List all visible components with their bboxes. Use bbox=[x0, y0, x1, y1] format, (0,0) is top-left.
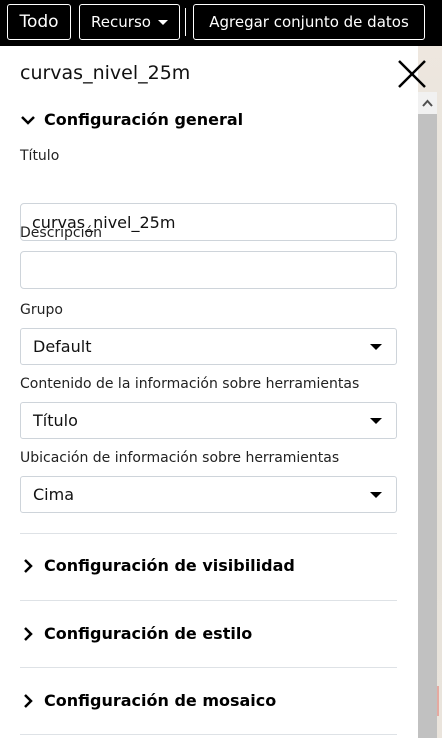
section-divider bbox=[20, 667, 397, 668]
top-toolbar: Todo Recurso Agregar conjunto de datos bbox=[0, 0, 442, 46]
section-general-header[interactable]: Configuración general bbox=[20, 110, 243, 129]
panel-title: curvas_nivel_25m bbox=[20, 62, 191, 84]
section-general-label: Configuración general bbox=[44, 110, 244, 129]
add-dataset-button[interactable]: Agregar conjunto de datos bbox=[193, 4, 425, 40]
description-input[interactable] bbox=[20, 251, 397, 289]
tooltip-content-label: Contenido de la información sobre herram… bbox=[20, 376, 360, 392]
tooltip-content-value: Título bbox=[33, 411, 78, 430]
group-select-value: Default bbox=[33, 337, 92, 356]
todo-button-label: Todo bbox=[19, 12, 59, 32]
todo-button[interactable]: Todo bbox=[7, 4, 71, 40]
section-mosaic-header[interactable]: Configuración de mosaico bbox=[20, 691, 276, 710]
section-divider bbox=[20, 600, 397, 601]
panel-scrollbar[interactable] bbox=[418, 92, 437, 738]
chevron-right-icon bbox=[24, 693, 33, 708]
recurso-dropdown-button[interactable]: Recurso bbox=[79, 4, 180, 40]
add-dataset-label: Agregar conjunto de datos bbox=[209, 13, 409, 31]
caret-down-icon bbox=[370, 491, 382, 498]
caret-down-icon bbox=[370, 417, 382, 424]
scroll-up-button[interactable] bbox=[418, 92, 437, 114]
caret-down-icon bbox=[157, 19, 168, 25]
tooltip-location-label: Ubicación de información sobre herramien… bbox=[20, 450, 340, 466]
chevron-up-icon bbox=[422, 99, 433, 107]
chevron-down-icon bbox=[21, 115, 35, 125]
section-mosaic-label: Configuración de mosaico bbox=[44, 691, 277, 710]
section-style-header[interactable]: Configuración de estilo bbox=[20, 624, 252, 643]
section-divider bbox=[20, 533, 397, 534]
section-visibility-label: Configuración de visibilidad bbox=[44, 556, 295, 575]
close-icon bbox=[398, 60, 426, 88]
tooltip-location-value: Cima bbox=[33, 485, 75, 504]
section-style-label: Configuración de estilo bbox=[44, 624, 253, 643]
layer-settings-panel: curvas_nivel_25m Configuración general T… bbox=[0, 46, 426, 738]
caret-down-icon bbox=[370, 343, 382, 350]
section-divider bbox=[20, 734, 397, 735]
toolbar-separator bbox=[185, 8, 186, 36]
group-label: Grupo bbox=[20, 302, 63, 318]
tooltip-location-select[interactable]: Cima bbox=[20, 476, 397, 513]
chevron-right-icon bbox=[24, 558, 33, 573]
tooltip-content-select[interactable]: Título bbox=[20, 402, 397, 439]
close-button[interactable] bbox=[396, 58, 428, 90]
section-visibility-header[interactable]: Configuración de visibilidad bbox=[20, 556, 295, 575]
chevron-right-icon bbox=[24, 626, 33, 641]
group-select[interactable]: Default bbox=[20, 328, 397, 365]
description-label: Descripción bbox=[20, 225, 102, 241]
title-label: Título bbox=[20, 148, 60, 164]
recurso-button-label: Recurso bbox=[91, 13, 151, 31]
